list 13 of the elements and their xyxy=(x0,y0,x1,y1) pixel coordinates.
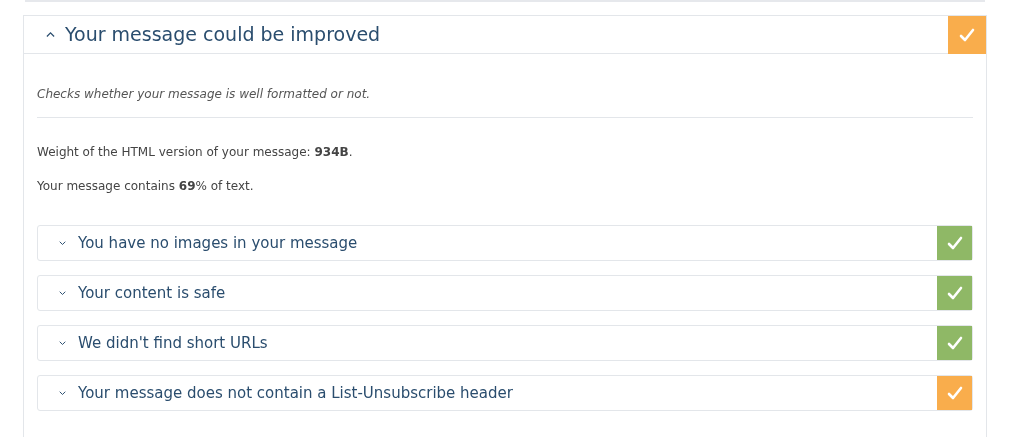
info-text: Your message contains 69% of text. xyxy=(37,178,255,195)
check-title: We didn't find short URLs xyxy=(78,332,268,354)
check-row[interactable]: Your content is safe xyxy=(37,275,973,311)
info-text: Weight of the HTML version of your message: 934B. xyxy=(37,144,354,161)
section-title: Your message could be improved xyxy=(65,22,381,48)
check-row[interactable]: We didn't find short URLs xyxy=(37,325,973,361)
check-title: Your content is safe xyxy=(78,282,226,304)
check-title: Your message does not contain a List-Unsubscribe header xyxy=(78,382,513,404)
section-description: Checks whether your message is well formatted or not. xyxy=(37,54,973,118)
check-row[interactable]: You have no images in your message xyxy=(37,225,973,261)
check-row[interactable]: Your message does not contain a List-Unsubscribe header xyxy=(37,375,973,411)
check-title: You have no images in your message xyxy=(78,232,358,254)
section-header[interactable]: Your message could be improved xyxy=(24,16,986,54)
